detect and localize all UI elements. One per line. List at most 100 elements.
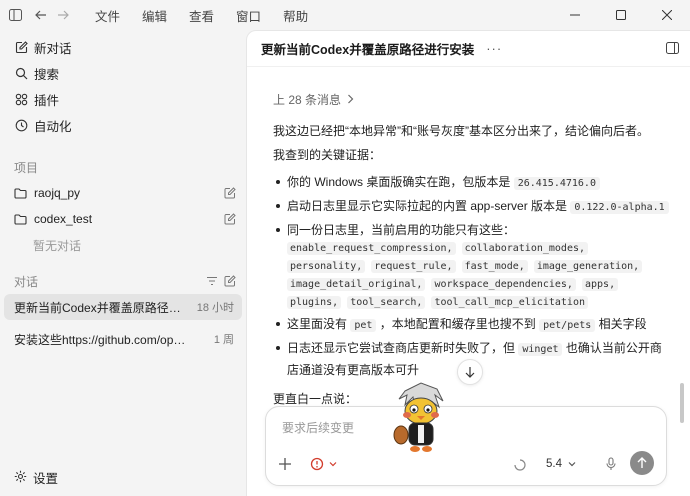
message-paragraph: 我查到的关键证据： — [273, 148, 382, 162]
scrollbar[interactable] — [680, 383, 684, 423]
composer-input[interactable]: 要求后续变更 — [282, 419, 354, 436]
menu-edit[interactable]: 编辑 — [131, 6, 178, 25]
chevron-down-icon — [568, 462, 576, 467]
conversation-item[interactable]: 安装这些https://github.com/openai/plugins 1 … — [4, 326, 242, 352]
evidence-list: 你的 Windows 桌面版确实在跑，包版本是 26.415.4716.0 启动… — [273, 172, 671, 380]
menu-bar: 文件 编辑 查看 窗口 帮助 — [84, 6, 319, 25]
nav-label: 自动化 — [34, 119, 72, 134]
previous-messages-label: 上 28 条消息 — [273, 93, 342, 107]
message-paragraph: 更直白一点说： — [273, 392, 358, 406]
side-panel-icon[interactable] — [666, 42, 680, 56]
inline-code: enable_request_compression, — [287, 242, 456, 255]
list-item-text: 同一份日志里，当前启用的功能只有这些： — [287, 223, 516, 237]
sidebar: 新对话 搜索 插件 自动化 项目 raojq_py codex_test 暂无对… — [0, 30, 246, 496]
nav-automation[interactable]: 自动化 — [0, 112, 246, 138]
project-label: codex_test — [34, 212, 93, 226]
menu-view[interactable]: 查看 — [178, 6, 225, 25]
message-scroll-area[interactable]: 上 28 条消息 我这边已经把“本地异常”和“账号灰度”基本区分出来了，结论偏向… — [247, 67, 690, 403]
inline-code: image_detail_original, — [287, 278, 426, 291]
settings-button[interactable]: 设置 — [14, 468, 58, 487]
conversation-item[interactable]: 更新当前Codex并覆盖原路径进行安装 18 小时 — [4, 294, 242, 320]
folder-icon — [14, 213, 28, 225]
title-bar: 文件 编辑 查看 窗口 帮助 — [0, 0, 690, 30]
list-item-text: 日志还显示它尝试查商店更新时失败了，但 — [287, 341, 516, 355]
inline-code: pet — [350, 319, 377, 332]
conversation-label: 更新当前Codex并覆盖原路径进行安装 — [14, 300, 186, 315]
main-panel: 更新当前Codex并覆盖原路径进行安装 ··· 上 28 条消息 我这边已经把“… — [246, 30, 690, 496]
previous-messages-link[interactable]: 上 28 条消息 — [273, 91, 671, 108]
inline-code: request_rule, — [371, 260, 456, 273]
microphone-button[interactable] — [605, 457, 617, 474]
projects-empty-note: 暂无对话 — [33, 238, 82, 253]
nav-label: 新对话 — [34, 41, 72, 56]
forward-icon[interactable] — [52, 4, 74, 26]
maximize-button[interactable] — [598, 0, 644, 30]
microphone-icon — [606, 457, 616, 470]
warning-icon — [310, 457, 324, 471]
conversation-title: 更新当前Codex并覆盖原路径进行安装 — [261, 43, 475, 57]
sidebar-toggle-icon[interactable] — [4, 4, 26, 26]
inline-code: apps, — [582, 278, 619, 291]
composer: 要求后续变更 5.4 — [265, 406, 667, 486]
nav-search[interactable]: 搜索 — [0, 60, 246, 86]
inline-code: tool_call_mcp_elicitation — [431, 296, 588, 309]
inline-code: 0.122.0-alpha.1 — [570, 201, 669, 214]
feature-list-code: enable_request_compression, collaboratio… — [287, 240, 671, 312]
inline-code: image_generation, — [533, 260, 643, 273]
inline-code: tool_search, — [347, 296, 426, 309]
arrow-up-icon — [637, 457, 647, 468]
back-icon[interactable] — [30, 4, 52, 26]
chevron-down-icon — [329, 462, 337, 467]
close-button[interactable] — [644, 0, 690, 30]
permissions-dropdown[interactable] — [310, 457, 338, 471]
project-item[interactable]: codex_test — [0, 206, 246, 232]
project-item[interactable]: raojq_py — [0, 180, 246, 206]
edit-icon[interactable] — [224, 187, 236, 199]
nav-label: 插件 — [34, 93, 60, 108]
inline-code: winget — [518, 343, 563, 356]
inline-code: pet/pets — [539, 319, 596, 332]
arrow-down-icon — [465, 367, 475, 378]
plugins-icon — [14, 92, 28, 106]
chevron-right-icon — [347, 93, 354, 107]
model-selector[interactable]: 5.4 — [546, 458, 577, 470]
more-options-button[interactable]: ··· — [486, 41, 502, 56]
loading-spinner-icon — [514, 459, 526, 474]
clock-icon — [14, 118, 28, 132]
message-paragraph: 我这边已经把“本地异常”和“账号灰度”基本区分出来了，结论偏向后者。 — [273, 124, 649, 138]
nav-new-chat[interactable]: 新对话 — [0, 34, 246, 60]
folder-icon — [14, 187, 28, 199]
inline-code: workspace_dependencies, — [431, 278, 576, 291]
add-attachment-button[interactable] — [278, 457, 294, 473]
list-item-text: ，本地配置和缓存里也搜不到 — [379, 317, 536, 331]
window-controls — [552, 0, 690, 30]
edit-icon[interactable] — [224, 275, 236, 290]
nav-label: 搜索 — [34, 67, 60, 82]
minimize-button[interactable] — [552, 0, 598, 30]
list-item: 同一份日志里，当前启用的功能只有这些： enable_request_compr… — [273, 220, 671, 312]
list-item-text: 你的 Windows 桌面版确实在跑，包版本是 — [287, 175, 511, 189]
conversation-time: 18 小时 — [196, 302, 234, 314]
conversation-label: 安装这些https://github.com/openai/plugins — [14, 332, 186, 347]
edit-icon[interactable] — [224, 213, 236, 225]
list-item-text: 这里面没有 — [287, 317, 348, 331]
list-item: 这里面没有 pet ，本地配置和缓存里也搜不到 pet/pets 相关字段 — [273, 314, 671, 336]
search-icon — [14, 66, 28, 80]
scroll-to-bottom-button[interactable] — [457, 359, 483, 385]
project-label: raojq_py — [34, 186, 81, 200]
send-button[interactable] — [630, 451, 654, 475]
pet-mascot[interactable] — [391, 381, 451, 457]
list-item-text: 启动日志里显示它实际拉起的内置 app-server 版本是 — [287, 199, 568, 213]
filter-icon[interactable] — [206, 275, 218, 290]
model-label: 5.4 — [546, 458, 562, 470]
menu-help[interactable]: 帮助 — [272, 6, 319, 25]
new-chat-icon — [14, 40, 28, 54]
gear-icon — [14, 470, 27, 486]
conversations-title-label: 对话 — [14, 274, 39, 289]
nav-plugins[interactable]: 插件 — [0, 86, 246, 112]
menu-file[interactable]: 文件 — [84, 6, 131, 25]
inline-code: collaboration_modes, — [461, 242, 589, 255]
menu-window[interactable]: 窗口 — [225, 6, 272, 25]
list-item: 你的 Windows 桌面版确实在跑，包版本是 26.415.4716.0 — [273, 172, 671, 194]
conversation-time: 1 周 — [213, 334, 234, 346]
